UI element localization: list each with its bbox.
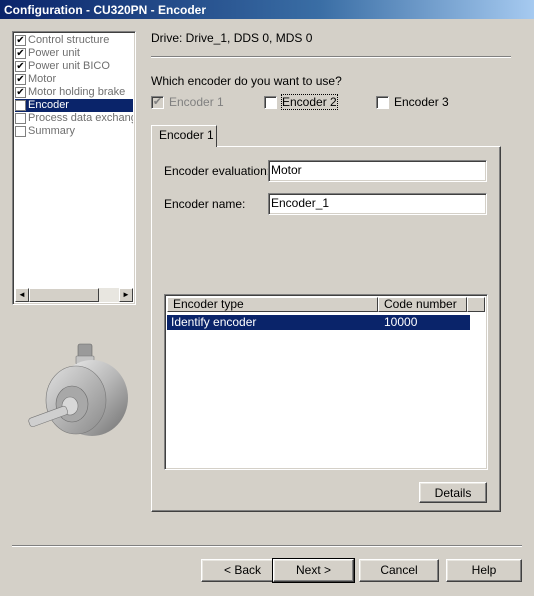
tree-item-label: Motor	[28, 73, 57, 85]
details-button[interactable]: Details	[419, 482, 487, 503]
encoder-device-image	[28, 343, 128, 436]
tree-item-control-structure[interactable]: ✔ Control structure	[15, 34, 133, 47]
encoder-name-label: Encoder name:	[164, 197, 246, 211]
tree-item-motor-holding-brake[interactable]: ✔ Motor holding brake	[15, 86, 133, 99]
next-button[interactable]: Next >	[272, 558, 355, 583]
tree-item-label: Control structure	[28, 34, 110, 46]
tree-list: ✔ Control structure ✔ Power unit ✔ Power…	[15, 34, 133, 138]
tree-item-power-unit[interactable]: ✔ Power unit	[15, 47, 133, 60]
encoder-2-label: Encoder 2	[281, 94, 338, 110]
tree-item-label: Power unit BICO	[28, 60, 110, 72]
cancel-button[interactable]: Cancel	[359, 559, 439, 582]
tree-item-encoder[interactable]: Encoder	[15, 99, 133, 112]
cell-encoder-type: Identify encoder	[171, 315, 257, 329]
check-icon: ✔	[15, 48, 26, 59]
unchecked-box-icon	[15, 113, 26, 124]
scroll-left-icon[interactable]: ◄	[15, 288, 29, 302]
unchecked-box-icon	[15, 100, 26, 111]
column-header-encoder-type[interactable]: Encoder type	[167, 297, 378, 312]
tree-item-power-unit-bico[interactable]: ✔ Power unit BICO	[15, 60, 133, 73]
tree-horizontal-scrollbar[interactable]: ◄ ►	[15, 288, 133, 302]
column-header-filler	[467, 297, 485, 312]
help-button[interactable]: Help	[446, 559, 522, 582]
check-icon: ✔	[15, 87, 26, 98]
footer-divider	[12, 545, 522, 547]
encoder-question: Which encoder do you want to use?	[151, 74, 342, 88]
encoder-1-checkbox[interactable]: ✔ Encoder 1	[151, 95, 224, 109]
check-icon: ✔	[15, 74, 26, 85]
scroll-track[interactable]	[99, 288, 119, 302]
encoder-name-field[interactable]: Encoder_1	[268, 193, 487, 215]
back-button[interactable]: < Back	[201, 559, 284, 582]
encoder-evaluation-label: Encoder evaluation:	[164, 164, 271, 178]
window-title: Configuration - CU320PN - Encoder	[0, 0, 534, 19]
table-header: Encoder type Code number	[167, 297, 485, 312]
encoder-1-label: Encoder 1	[169, 95, 224, 109]
unchecked-box-icon	[376, 95, 389, 109]
cell-code-number: 10000	[384, 315, 418, 329]
tree-item-label: Summary	[28, 125, 76, 137]
wizard-steps-tree[interactable]: ✔ Control structure ✔ Power unit ✔ Power…	[12, 31, 136, 305]
encoder-evaluation-field[interactable]: Motor	[268, 160, 487, 182]
check-icon: ✔	[15, 35, 26, 46]
drive-info-label: Drive: Drive_1, DDS 0, MDS 0	[151, 31, 313, 45]
tree-item-summary[interactable]: Summary	[15, 125, 133, 138]
encoder-3-checkbox[interactable]: Encoder 3	[376, 95, 449, 109]
unchecked-box-icon	[264, 95, 277, 109]
tree-item-label: Motor holding brake	[28, 86, 126, 98]
encoder-3-label: Encoder 3	[394, 95, 449, 109]
table-row[interactable]: Identify encoder 10000	[167, 315, 470, 330]
encoder-2-checkbox[interactable]: Encoder 2	[264, 94, 338, 110]
check-icon: ✔	[151, 95, 164, 109]
encoder-type-table[interactable]: Encoder type Code number Identify encode…	[164, 294, 488, 470]
scroll-right-icon[interactable]: ►	[119, 288, 133, 302]
tree-item-label: Encoder	[28, 99, 69, 111]
column-header-code-number[interactable]: Code number	[378, 297, 467, 312]
check-icon: ✔	[15, 61, 26, 72]
unchecked-box-icon	[15, 126, 26, 137]
tree-item-process-data-exchange[interactable]: Process data exchang	[15, 112, 133, 125]
header-divider	[151, 56, 511, 58]
tree-item-label: Power unit	[28, 47, 80, 59]
tree-item-label: Process data exchang	[28, 112, 133, 124]
tree-item-motor[interactable]: ✔ Motor	[15, 73, 133, 86]
scroll-thumb[interactable]	[29, 288, 99, 302]
tab-encoder-1[interactable]: Encoder 1	[151, 125, 217, 147]
